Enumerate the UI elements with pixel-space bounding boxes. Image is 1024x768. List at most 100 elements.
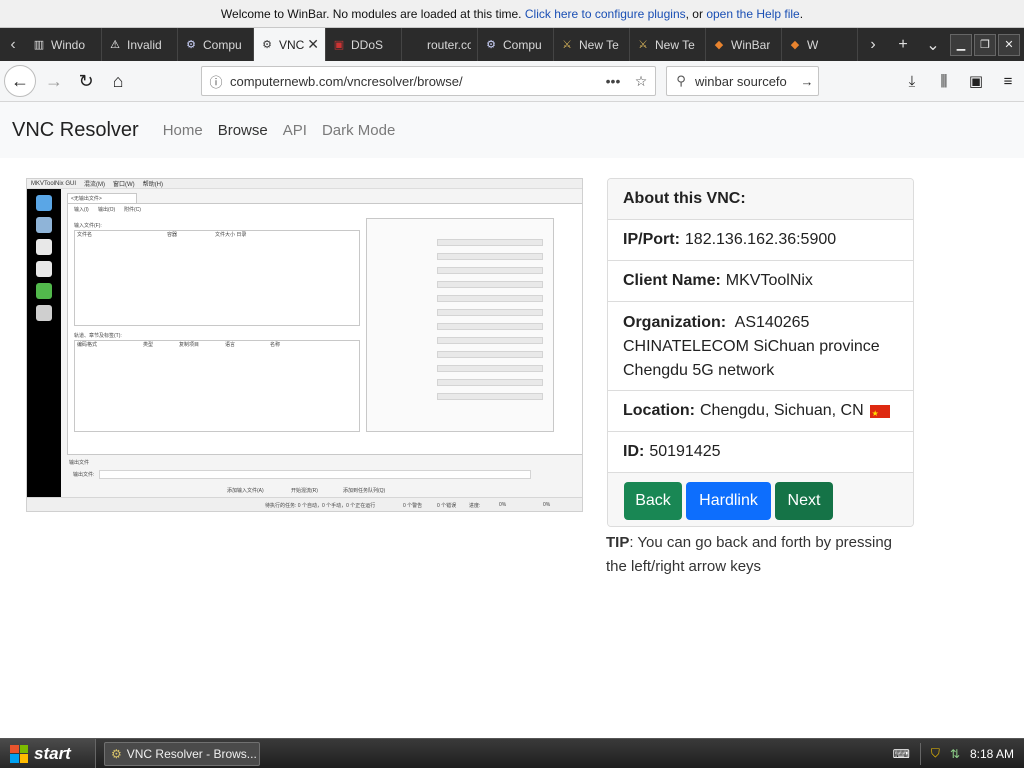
- tip-text: TIP: You can go back and forth by pressi…: [606, 531, 916, 579]
- nav-api[interactable]: API: [283, 122, 307, 139]
- ss-col-header: 编码格式: [77, 342, 98, 348]
- tab-scroll-right-icon[interactable]: ›: [858, 36, 888, 54]
- help-file-link[interactable]: open the Help file: [706, 7, 799, 21]
- id-row: ID: 50191425: [608, 432, 913, 473]
- ss-output-label: 输出文件: [69, 460, 90, 466]
- restore-icon[interactable]: ❐: [974, 33, 996, 56]
- organization-row: Organization: AS140265 CHINATELECOM SiCh…: [608, 302, 913, 391]
- tab-label: Windo: [51, 37, 86, 52]
- nav-dark-mode[interactable]: Dark Mode: [322, 122, 395, 139]
- ss-field: [437, 337, 543, 344]
- tab-7[interactable]: ⚔ New Te: [554, 28, 630, 61]
- configure-plugins-link[interactable]: Click here to configure plugins: [525, 7, 686, 21]
- winbar-notice: Welcome to WinBar. No modules are loaded…: [0, 0, 1024, 28]
- ss-menu-item: 帮助(H): [142, 182, 164, 188]
- sidebar-icon[interactable]: ▣: [960, 65, 992, 97]
- search-text[interactable]: winbar sourcefo: [695, 74, 796, 89]
- tab-label: Invalid: [127, 37, 162, 52]
- ss-action: 添加到任务队列(Q): [343, 488, 386, 494]
- ss-col-header: 复制项目: [179, 342, 200, 348]
- url-bar[interactable]: ⓘ computernewb.com/vncresolver/browse/ •…: [201, 66, 656, 96]
- clock[interactable]: 8:18 AM: [970, 747, 1014, 761]
- next-button[interactable]: Next: [775, 481, 833, 520]
- hardlink-button[interactable]: Hardlink: [686, 481, 771, 520]
- vnc-screenshot: MKVToolNix GUI 混流(M) 窗口(W) 帮助(H) <无输出文件>…: [26, 178, 583, 512]
- search-bar[interactable]: ⚲ winbar sourcefo →: [666, 66, 819, 96]
- ss-col-header: 文件大小 日录: [215, 232, 247, 238]
- tab-list-icon[interactable]: ⌄: [918, 35, 948, 55]
- warning-icon: ⚠: [110, 39, 120, 51]
- ss-properties: [366, 218, 554, 432]
- windows-logo-icon: [10, 744, 28, 763]
- card-title: About this VNC:: [608, 179, 913, 220]
- new-tab-icon[interactable]: +: [888, 36, 918, 54]
- tab-2[interactable]: ⚙ Compu: [178, 28, 254, 61]
- downloads-icon[interactable]: ⤓: [896, 65, 928, 97]
- back-button[interactable]: Back: [624, 481, 682, 520]
- winbar-middle: , or: [685, 6, 703, 21]
- search-go-icon[interactable]: →: [796, 74, 818, 89]
- tab-0[interactable]: ▥ Windo: [26, 28, 102, 61]
- tab-1[interactable]: ⚠ Invalid: [102, 28, 178, 61]
- library-icon[interactable]: ⫼: [928, 65, 960, 97]
- vnc-icon: ⚙: [262, 39, 272, 51]
- ss-tab: <无输出文件>: [67, 193, 137, 203]
- tab-label: W: [807, 37, 819, 52]
- vnc-icon: ⚙: [186, 39, 196, 51]
- close-window-icon[interactable]: ✕: [998, 33, 1020, 56]
- start-button[interactable]: start: [0, 738, 96, 768]
- reload-icon[interactable]: ↻: [70, 65, 102, 97]
- winbar-end: .: [799, 6, 804, 21]
- ip-port-label: IP/Port:: [623, 231, 680, 248]
- site-brand[interactable]: VNC Resolver: [12, 119, 139, 142]
- taskbar-item-browser[interactable]: ⚙ VNC Resolver - Brows...: [104, 741, 260, 766]
- ss-col-header: 名称: [270, 342, 281, 348]
- tab-8[interactable]: ⚔ New Te: [630, 28, 706, 61]
- tab-label: New Te: [655, 37, 695, 52]
- tab-6[interactable]: ⚙ Compu: [478, 28, 554, 61]
- winbar-icon: ◆: [714, 39, 724, 51]
- nav-browse[interactable]: Browse: [218, 122, 268, 139]
- ss-tab-title: <无输出文件>: [71, 196, 102, 202]
- tab-9[interactable]: ◆ WinBar: [706, 28, 782, 61]
- terminal-icon: ⚔: [562, 39, 572, 51]
- ss-field: [437, 379, 543, 386]
- ss-field: [437, 323, 543, 330]
- close-tab-icon[interactable]: ✕: [307, 36, 319, 53]
- ss-field: [437, 351, 543, 358]
- security-shield-icon[interactable]: ⛉: [931, 746, 940, 761]
- ss-status-text: 待执行的任务: 0 个自动，0 个手动，0 个正在运行: [265, 503, 376, 509]
- site-info-icon[interactable]: ⓘ: [202, 72, 230, 91]
- location-value: Chengdu, Sichuan, CN: [700, 402, 864, 419]
- ss-track-list: 编码格式 类型 复制项目 语言 名称: [74, 340, 360, 432]
- tab-3[interactable]: ⚙ VNC ✕: [254, 28, 326, 61]
- winbar-message: Welcome to WinBar. No modules are loaded…: [220, 6, 522, 21]
- tab-5[interactable]: router.colle: [402, 28, 478, 61]
- tab-10[interactable]: ◆ W: [782, 28, 858, 61]
- nav-home[interactable]: Home: [163, 122, 203, 139]
- site-header: VNC Resolver Home Browse API Dark Mode: [0, 102, 1024, 158]
- menu-icon[interactable]: ≡: [992, 65, 1024, 97]
- home-icon[interactable]: ⌂: [102, 65, 134, 97]
- tab-scroll-left-icon[interactable]: ‹: [0, 28, 26, 61]
- ss-progress-2: 0%: [543, 502, 551, 508]
- ss-file-list: 文件名 容器 文件大小 日录: [74, 230, 360, 326]
- ss-status-bar: 待执行的任务: 0 个自动，0 个手动，0 个正在运行 0 个警告 0 个错误 …: [27, 497, 582, 511]
- id-value: 50191425: [649, 443, 721, 460]
- back-arrow-icon[interactable]: ←: [4, 65, 36, 97]
- building-icon: ▥: [33, 39, 45, 51]
- forward-arrow-icon[interactable]: →: [38, 65, 70, 97]
- ss-progress-1: 0%: [499, 502, 507, 508]
- ss-progress-label: 进度:: [469, 503, 481, 509]
- page-actions-icon[interactable]: •••: [599, 73, 627, 89]
- ss-menu-item: MKVToolNix GUI: [31, 180, 77, 187]
- network-icon[interactable]: ⇅: [950, 747, 960, 761]
- tab-4[interactable]: ▣ DDoS: [326, 28, 402, 61]
- keyboard-icon[interactable]: ⌨: [893, 747, 910, 761]
- ss-chapter-editor-icon: [36, 261, 52, 277]
- minimize-icon[interactable]: ▁: [950, 33, 972, 56]
- bookmark-star-icon[interactable]: ☆: [627, 73, 655, 90]
- system-tray: ⌨ ⛉ ⇅ 8:18 AM: [883, 739, 1024, 768]
- ss-col-header: 类型: [143, 342, 154, 348]
- url-text[interactable]: computernewb.com/vncresolver/browse/: [230, 74, 599, 89]
